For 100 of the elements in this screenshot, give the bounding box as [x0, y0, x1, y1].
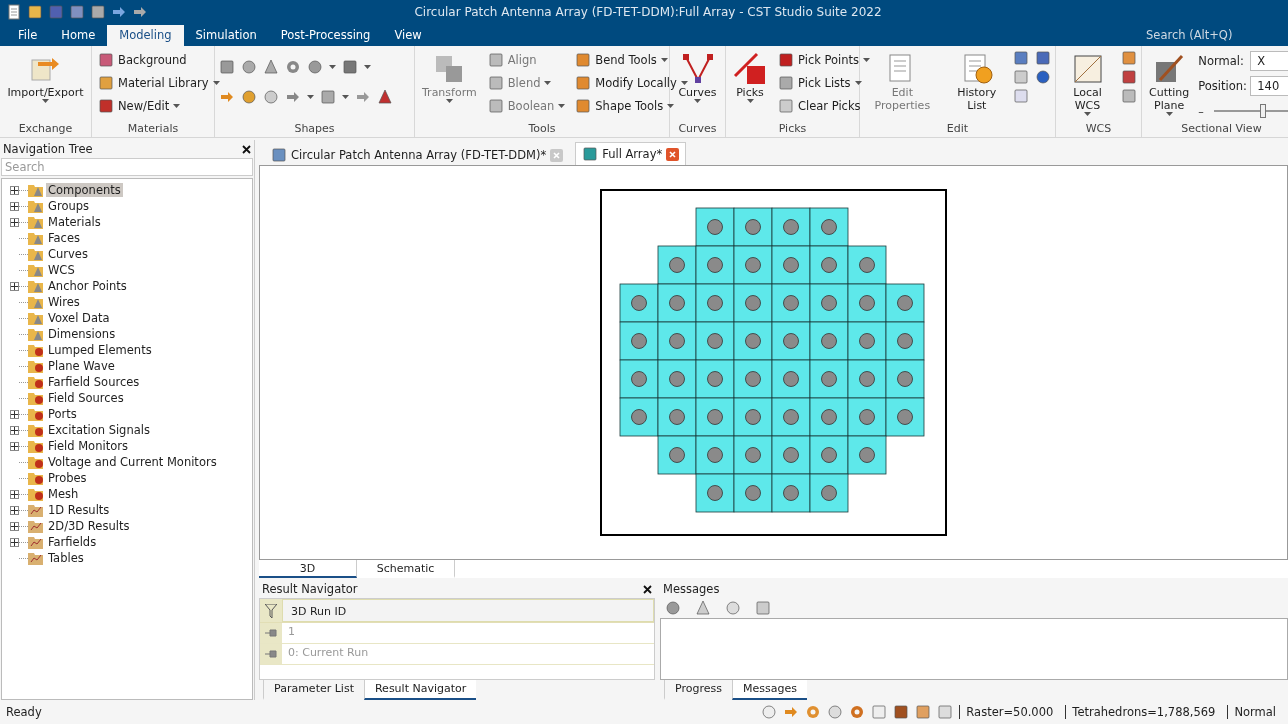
new-file-icon[interactable] — [6, 4, 22, 20]
caret-icon — [680, 81, 688, 85]
tree-item[interactable]: Excitation Signals — [46, 423, 152, 437]
group-label: Edit — [946, 122, 969, 137]
tree-item[interactable]: WCS — [46, 263, 77, 277]
tree-item[interactable]: 2D/3D Results — [46, 519, 132, 533]
caret-icon — [173, 104, 181, 108]
warning-icon[interactable] — [695, 600, 711, 616]
menu-tab[interactable]: Post-Processing — [268, 25, 383, 46]
expand-icon[interactable] — [10, 281, 19, 291]
caret-icon — [746, 99, 754, 103]
tree-item[interactable]: Farfield Sources — [46, 375, 142, 389]
editor-tab[interactable]: Schematic — [357, 560, 455, 578]
tree-item[interactable]: Ports — [46, 407, 79, 421]
ribbon-button[interactable]: Import/Export — [4, 50, 87, 105]
close-icon[interactable] — [643, 584, 652, 594]
caret-icon — [558, 104, 566, 108]
expand-icon[interactable] — [10, 505, 19, 515]
document-tab[interactable]: Full Array* — [575, 142, 687, 165]
small-button[interactable]: Background — [96, 50, 222, 70]
small-button[interactable]: Material Library — [96, 73, 222, 93]
panel-tab[interactable]: Result Navigator — [363, 680, 477, 700]
status-field: Normal — [1227, 705, 1282, 719]
field-label: Position: — [1198, 79, 1247, 93]
tree-item[interactable]: Curves — [46, 247, 90, 261]
expand-icon[interactable] — [10, 185, 19, 195]
arrow-icon[interactable] — [285, 89, 301, 105]
small-button[interactable]: Pick Points — [776, 50, 873, 70]
tree-item[interactable]: Probes — [46, 471, 89, 485]
status-text: Ready — [6, 705, 42, 719]
caret-icon — [854, 81, 862, 85]
tree-item[interactable]: 1D Results — [46, 503, 112, 517]
caret-icon — [544, 81, 552, 85]
expand-icon[interactable] — [10, 537, 19, 547]
ribbon-button[interactable]: Local WCS — [1060, 50, 1115, 118]
tree-item[interactable]: Faces — [46, 231, 82, 245]
tree-item[interactable]: Groups — [46, 199, 91, 213]
group-label: Sectional View — [1181, 122, 1262, 137]
caret-icon — [342, 95, 349, 99]
expand-icon[interactable] — [10, 441, 19, 451]
input-field[interactable]: 140 — [1250, 76, 1288, 96]
caret-icon — [1084, 112, 1091, 116]
tree-item[interactable]: Dimensions — [46, 327, 118, 341]
caret-icon — [364, 65, 371, 69]
menu-tab[interactable]: Home — [49, 25, 108, 46]
slider-thumb[interactable] — [1260, 104, 1267, 118]
status-field: Tetrahedrons=1,788,569 — [1065, 705, 1222, 719]
expand-icon[interactable] — [10, 409, 19, 419]
expand-icon[interactable] — [10, 217, 19, 227]
close-icon[interactable] — [242, 144, 251, 154]
tree-item[interactable]: Tables — [46, 551, 86, 565]
expand-icon[interactable] — [10, 201, 19, 211]
arrow-icon[interactable] — [219, 89, 235, 105]
menu-tab[interactable]: Modeling — [107, 25, 184, 46]
caret-icon — [1165, 112, 1173, 116]
caret-icon — [660, 58, 668, 62]
group-label: Picks — [778, 122, 807, 137]
document-tab[interactable]: Circular Patch Antenna Array (FD-TET-DDM)* — [265, 145, 570, 165]
tree-item[interactable]: Materials — [46, 215, 103, 229]
torus-icon[interactable] — [285, 59, 301, 75]
polyline-icon — [680, 52, 715, 86]
caret-icon — [667, 104, 675, 108]
caret-icon — [863, 58, 871, 62]
small-button[interactable]: Shape Tools — [573, 96, 690, 116]
tree-item[interactable]: Farfields — [46, 535, 99, 549]
tree-item[interactable]: Wires — [46, 295, 82, 309]
tree-item[interactable]: Mesh — [46, 487, 81, 501]
tree-item[interactable]: Field Monitors — [46, 439, 130, 453]
column-header: 3D Run ID — [282, 599, 654, 622]
editor-tab[interactable]: 3D — [259, 560, 357, 578]
menu-tab[interactable]: File — [6, 25, 50, 46]
tree-item[interactable]: Voltage and Current Monitors — [46, 455, 219, 469]
small-button[interactable]: Bend Tools — [573, 50, 690, 70]
expand-icon[interactable] — [10, 425, 19, 435]
ribbon-button[interactable]: Cutting Plane — [1146, 50, 1193, 118]
field-label: Normal: — [1198, 54, 1245, 68]
tree-item[interactable]: Field Sources — [46, 391, 126, 405]
small-button[interactable]: New/Edit — [96, 96, 222, 116]
cone-icon[interactable] — [263, 59, 279, 75]
tree-item[interactable]: Components — [46, 183, 123, 197]
filter-icon[interactable] — [265, 603, 277, 618]
menu-tab[interactable]: Simulation — [183, 25, 269, 46]
input-field[interactable]: X — [1250, 51, 1288, 71]
tree-item[interactable]: Voxel Data — [46, 311, 112, 325]
group-label: Exchange — [18, 122, 73, 137]
tree-item[interactable]: Anchor Points — [46, 279, 129, 293]
panel-title: Result Navigator — [262, 582, 358, 596]
picks-icon — [733, 52, 767, 86]
pan-icon[interactable] — [783, 704, 800, 720]
panel-tab[interactable]: Messages — [731, 680, 807, 700]
expand-icon[interactable] — [10, 521, 19, 531]
panel-title: Messages — [663, 582, 720, 596]
sphere-icon[interactable] — [241, 59, 257, 75]
ribbon-button[interactable]: Picks — [730, 50, 770, 105]
ribbon-button[interactable]: History List — [946, 50, 1007, 114]
tree-item[interactable]: Plane Wave — [46, 359, 117, 373]
expand-icon[interactable] — [10, 489, 19, 499]
tree-item[interactable]: Lumped Elements — [46, 343, 154, 357]
menu-tab[interactable]: View — [382, 25, 434, 46]
minus-label: – — [1198, 104, 1204, 118]
